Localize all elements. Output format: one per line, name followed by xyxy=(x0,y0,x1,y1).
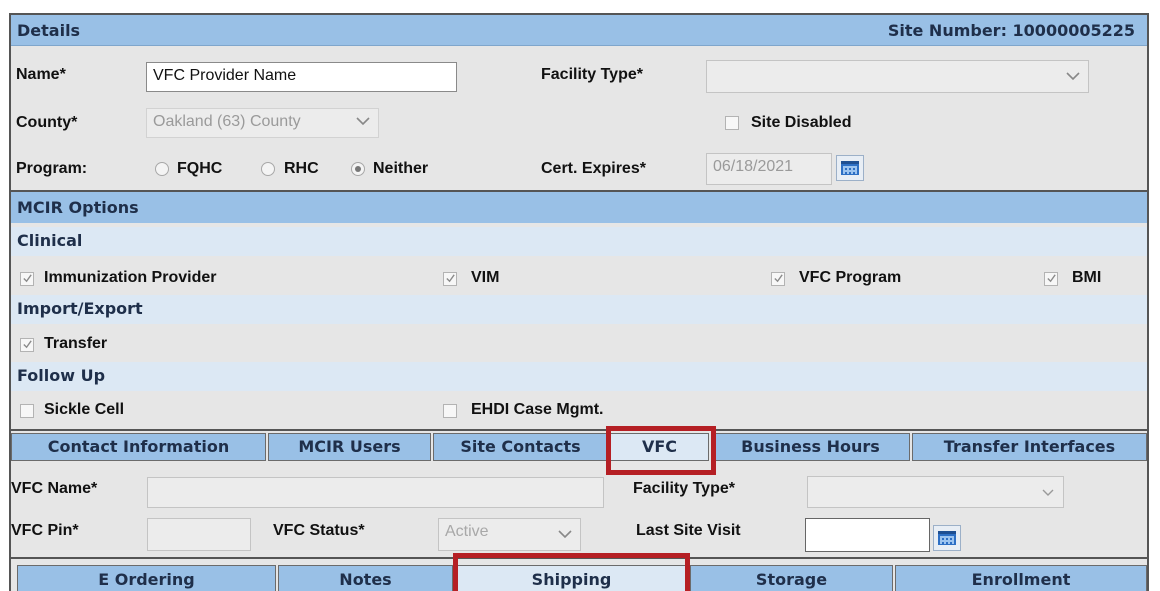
vfc-pin-label: VFC Pin* xyxy=(11,522,79,539)
calendar-icon[interactable] xyxy=(836,155,864,181)
vfc-facility-type-select[interactable] xyxy=(807,476,1064,508)
program-neither-label: Neither xyxy=(373,160,429,177)
vim-checkbox[interactable] xyxy=(443,272,457,286)
transfer-checkbox[interactable] xyxy=(20,338,34,352)
sickle-cell-label: Sickle Cell xyxy=(44,401,125,418)
program-fqhc-radio[interactable] xyxy=(155,162,169,176)
site-number: Site Number: 10000005225 xyxy=(887,21,1135,40)
subtab-shipping[interactable]: Shipping xyxy=(455,565,688,591)
name-label: Name* xyxy=(16,66,66,83)
last-site-visit-label: Last Site Visit xyxy=(636,522,741,539)
clinical-title: Clinical xyxy=(17,231,83,250)
cert-expires-label: Cert. Expires* xyxy=(541,160,646,177)
import-export-header: Import/Export xyxy=(11,295,1147,324)
county-label: County* xyxy=(16,114,78,131)
calendar-icon[interactable] xyxy=(933,525,961,551)
tab-transfer-interfaces[interactable]: Transfer Interfaces xyxy=(912,433,1147,461)
program-neither-radio[interactable] xyxy=(351,162,365,176)
details-header: Details Site Number: 10000005225 xyxy=(11,15,1147,46)
tab-vfc[interactable]: VFC xyxy=(610,433,709,461)
sub-tab-bar: E Ordering Notes Shipping Storage Enroll… xyxy=(11,557,1147,591)
mcir-options-header: MCIR Options xyxy=(11,192,1147,223)
ehdi-case-mgmt-label: EHDI Case Mgmt. xyxy=(471,401,604,418)
subtab-notes[interactable]: Notes xyxy=(278,565,453,591)
details-title: Details xyxy=(17,21,81,40)
chevron-down-icon xyxy=(1042,489,1054,496)
vfc-name-label: VFC Name* xyxy=(11,480,98,497)
follow-up-title: Follow Up xyxy=(17,366,106,385)
checkmark-icon xyxy=(1047,274,1056,283)
checkmark-icon xyxy=(774,274,783,283)
bmi-label: BMI xyxy=(1072,269,1102,286)
import-export-title: Import/Export xyxy=(17,299,143,318)
chevron-down-icon xyxy=(558,530,572,539)
ehdi-case-mgmt-checkbox[interactable] xyxy=(443,404,457,418)
tab-mcir-users[interactable]: MCIR Users xyxy=(268,433,431,461)
facility-type-label: Facility Type* xyxy=(541,66,643,83)
vfc-status-select[interactable]: Active xyxy=(438,518,581,551)
immunization-provider-checkbox[interactable] xyxy=(20,272,34,286)
sickle-cell-checkbox[interactable] xyxy=(20,404,34,418)
county-select[interactable]: Oakland (63) County xyxy=(146,108,379,138)
site-disabled-label: Site Disabled xyxy=(751,114,852,131)
checkmark-icon xyxy=(446,274,455,283)
vfc-status-label: VFC Status* xyxy=(273,522,365,539)
program-rhc-radio[interactable] xyxy=(261,162,275,176)
subtab-enrollment[interactable]: Enrollment xyxy=(895,565,1147,591)
subtab-storage[interactable]: Storage xyxy=(690,565,893,591)
immunization-provider-label: Immunization Provider xyxy=(44,269,217,286)
vim-label: VIM xyxy=(471,269,500,286)
vfc-name-field[interactable] xyxy=(147,477,604,508)
bmi-checkbox[interactable] xyxy=(1044,272,1058,286)
follow-up-header: Follow Up xyxy=(11,362,1147,391)
chevron-down-icon xyxy=(1066,72,1080,81)
vfc-program-label: VFC Program xyxy=(799,269,902,286)
vfc-pin-field[interactable] xyxy=(147,518,251,551)
clinical-header: Clinical xyxy=(11,227,1147,256)
site-disabled-checkbox[interactable] xyxy=(725,116,739,130)
program-rhc-label: RHC xyxy=(284,160,319,177)
vfc-program-checkbox[interactable] xyxy=(771,272,785,286)
program-label: Program: xyxy=(16,160,88,177)
facility-type-select[interactable] xyxy=(706,60,1089,93)
tab-business-hours[interactable]: Business Hours xyxy=(711,433,910,461)
chevron-down-icon xyxy=(356,117,370,126)
tab-contact-information[interactable]: Contact Information xyxy=(11,433,266,461)
name-field[interactable]: VFC Provider Name xyxy=(146,62,457,92)
tab-site-contacts[interactable]: Site Contacts xyxy=(433,433,608,461)
checkmark-icon xyxy=(23,340,32,349)
last-site-visit-field[interactable] xyxy=(805,518,930,552)
subtab-e-ordering[interactable]: E Ordering xyxy=(17,565,276,591)
transfer-label: Transfer xyxy=(44,335,108,352)
mcir-options-title: MCIR Options xyxy=(17,198,139,217)
checkmark-icon xyxy=(23,274,32,283)
vfc-facility-type-label: Facility Type* xyxy=(633,480,735,497)
site-details-panel: Details Site Number: 10000005225 Name* V… xyxy=(9,13,1149,591)
vfc-status-value: Active xyxy=(445,523,489,540)
program-fqhc-label: FQHC xyxy=(177,160,223,177)
cert-expires-field[interactable]: 06/18/2021 xyxy=(706,153,832,185)
main-tab-bar: Contact Information MCIR Users Site Cont… xyxy=(11,429,1147,461)
county-value: Oakland (63) County xyxy=(153,113,301,130)
